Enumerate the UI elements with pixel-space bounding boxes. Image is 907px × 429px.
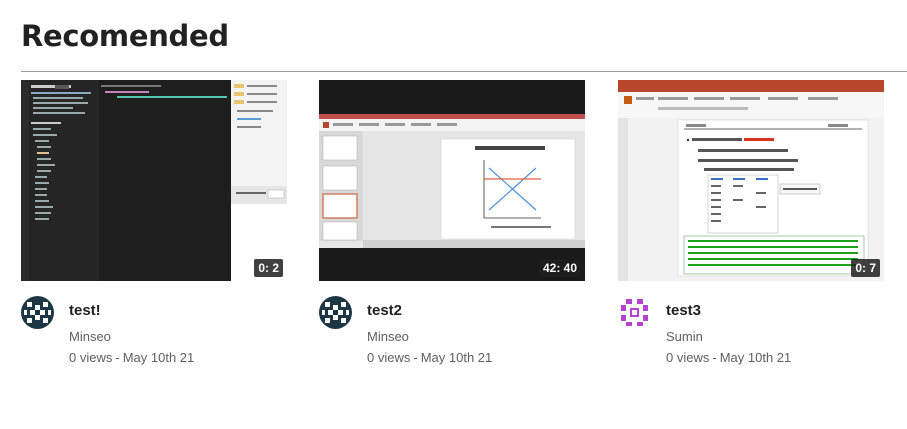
video-thumbnail-3[interactable]: 0: 7 bbox=[618, 80, 884, 281]
code-editor-screenshot bbox=[21, 80, 287, 281]
video-title[interactable]: test2 bbox=[367, 302, 402, 319]
meta-separator: - bbox=[712, 350, 717, 365]
channel-name[interactable]: Minseo bbox=[69, 329, 111, 344]
meta-separator: - bbox=[115, 350, 120, 365]
channel-name[interactable]: Sumin bbox=[666, 329, 703, 344]
video-card-3[interactable]: 0: 7 test3 Sumin 0 views - May 10th 21 bbox=[618, 80, 886, 365]
video-title[interactable]: test3 bbox=[666, 302, 701, 319]
video-meta: 0 views - May 10th 21 bbox=[666, 350, 791, 365]
view-count: 0 views bbox=[69, 350, 113, 365]
video-card-2[interactable]: 42: 40 test2 Minseo 0 views - May 10th 21 bbox=[319, 80, 587, 365]
channel-name[interactable]: Minseo bbox=[367, 329, 409, 344]
presentation-screenshot bbox=[319, 80, 585, 281]
slide-editor-screenshot bbox=[618, 80, 884, 281]
video-thumbnail-1[interactable]: 0: 2 bbox=[21, 80, 287, 281]
identicon-icon bbox=[21, 296, 54, 329]
video-duration: 42: 40 bbox=[538, 259, 581, 277]
identicon-icon bbox=[618, 296, 651, 329]
video-meta: 0 views - May 10th 21 bbox=[367, 350, 492, 365]
channel-avatar[interactable] bbox=[618, 296, 651, 329]
video-title[interactable]: test! bbox=[69, 302, 101, 319]
upload-date: May 10th 21 bbox=[719, 350, 792, 365]
view-count: 0 views bbox=[367, 350, 411, 365]
video-thumbnail-2[interactable]: 42: 40 bbox=[319, 80, 585, 281]
upload-date: May 10th 21 bbox=[122, 350, 195, 365]
page-title: Recomended bbox=[21, 19, 229, 53]
video-card-1[interactable]: 0: 2 test! Minseo 0 views - May 10th 21 bbox=[21, 80, 289, 365]
identicon-icon bbox=[319, 296, 352, 329]
video-duration: 0: 2 bbox=[254, 259, 283, 277]
video-meta: 0 views - May 10th 21 bbox=[69, 350, 194, 365]
meta-separator: - bbox=[413, 350, 418, 365]
view-count: 0 views bbox=[666, 350, 710, 365]
channel-avatar[interactable] bbox=[21, 296, 54, 329]
upload-date: May 10th 21 bbox=[420, 350, 493, 365]
video-duration: 0: 7 bbox=[851, 259, 880, 277]
section-divider bbox=[21, 71, 907, 72]
channel-avatar[interactable] bbox=[319, 296, 352, 329]
